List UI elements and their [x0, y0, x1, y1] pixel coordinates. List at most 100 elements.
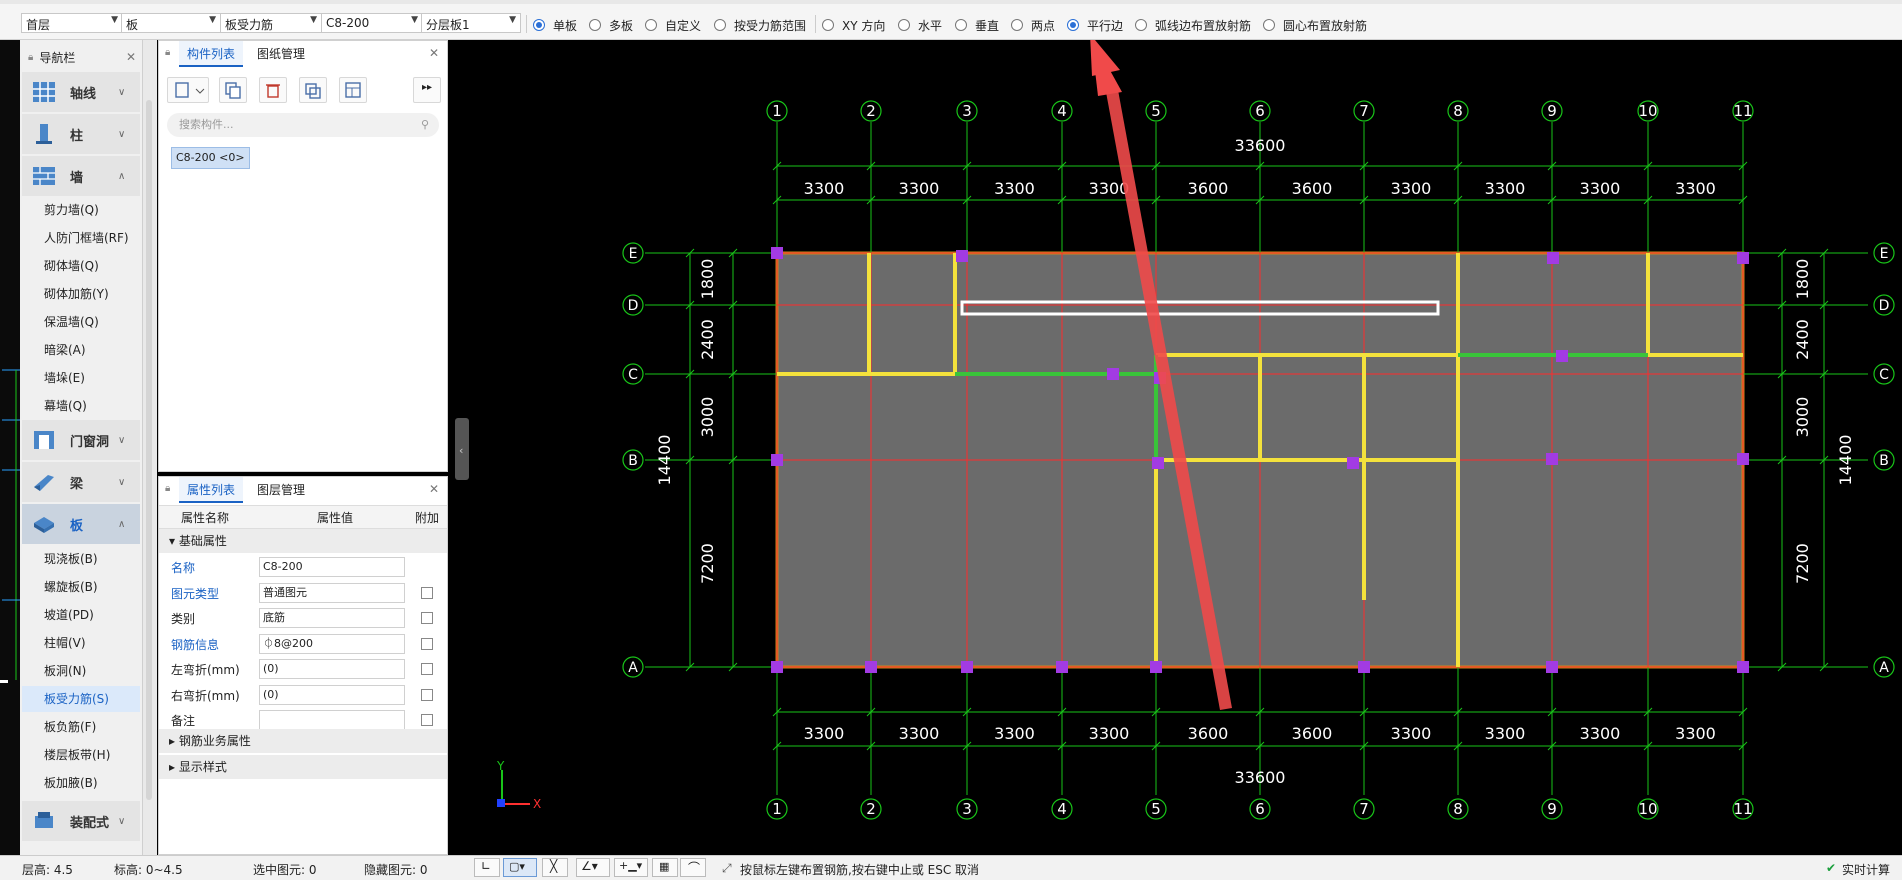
radio-dot — [898, 19, 910, 31]
radio-xy-direction[interactable]: XY 方向 — [822, 17, 885, 33]
realtime-calc[interactable]: 实时计算 — [1842, 861, 1890, 878]
new-component-button[interactable] — [167, 77, 209, 103]
attach-checkbox[interactable] — [421, 586, 433, 599]
angle-button[interactable]: ∠▾ — [576, 858, 610, 877]
attach-checkbox[interactable] — [421, 663, 433, 675]
group-display-style[interactable]: ▸ 显示样式 — [159, 755, 447, 779]
nav-item-masonry-wall[interactable]: 砌体墙(Q) — [22, 253, 140, 279]
nav-category-opening[interactable]: 门窗洞 ∨ — [22, 420, 140, 460]
component-item-c8-200[interactable]: C8-200 <0> — [171, 147, 250, 169]
nav-item-floor-strip[interactable]: 楼层板带(H) — [22, 742, 140, 768]
snap-button[interactable]: ▢▾ — [503, 858, 537, 877]
span-dimension: 3600 — [1292, 179, 1333, 198]
property-value-field[interactable]: (0) — [259, 659, 405, 679]
nav-category-slab[interactable]: 板 ∧ — [22, 504, 140, 544]
floor-select[interactable]: 首层 ▼ — [21, 13, 123, 33]
layer-select[interactable]: 分层板1 ▼ — [421, 13, 521, 33]
type-select[interactable]: 板受力筋 ▼ — [220, 13, 322, 33]
attach-checkbox[interactable] — [421, 637, 433, 650]
pin-icon[interactable]: 🔒︎ — [28, 52, 33, 63]
axis-label: 2 — [866, 800, 876, 818]
radio-horizontal[interactable]: 水平 — [898, 17, 942, 33]
scrollbar-thumb[interactable] — [146, 100, 152, 800]
column — [865, 661, 877, 673]
nav-item-masonry-rebar[interactable]: 砌体加筋(Y) — [22, 281, 140, 307]
nav-item-civil-defense-wall[interactable]: 人防门框墙(RF) — [22, 225, 140, 251]
nav-item-slab-hole[interactable]: 板洞(N) — [22, 658, 140, 684]
radio-two-points[interactable]: 两点 — [1011, 17, 1055, 33]
property-value-field[interactable] — [259, 710, 405, 730]
property-value-field[interactable]: ⏀8@200 — [259, 633, 405, 654]
component-select[interactable]: C8-200 ▼ — [321, 13, 423, 33]
property-value-field[interactable]: 底筋 — [259, 608, 405, 628]
group-rebar-properties[interactable]: ▸ 钢筋业务属性 — [159, 729, 447, 753]
axis-label: E — [1880, 246, 1889, 262]
span-dimension: 2400 — [1793, 319, 1812, 360]
nav-item-wall-pier[interactable]: 墙垛(E) — [22, 365, 140, 391]
property-name: 图元类型 — [171, 586, 220, 601]
tab-layer-management[interactable]: 图层管理 — [249, 477, 313, 503]
property-value-field[interactable]: C8-200 — [259, 557, 405, 577]
property-value-field[interactable]: (0) — [259, 684, 405, 705]
delete-component-button[interactable] — [259, 77, 287, 103]
ortho-button[interactable]: ∟ — [474, 858, 500, 877]
nav-item-insulation-wall[interactable]: 保温墙(Q) — [22, 309, 140, 335]
radio-multi-slab[interactable]: 多板 — [589, 17, 633, 33]
dynamic-input-button[interactable]: ▦ — [652, 858, 678, 877]
arc-button[interactable]: ⌒ — [680, 858, 706, 877]
attach-checkbox[interactable] — [421, 688, 433, 701]
pin-icon[interactable]: 🔒︎ — [165, 483, 170, 494]
more-tools-button[interactable]: ▸▸ — [413, 77, 441, 103]
nav-item-ramp[interactable]: 坡道(PD) — [22, 602, 140, 628]
tab-component-list[interactable]: 构件列表 — [179, 41, 244, 67]
span-dimension: 3300 — [804, 179, 845, 198]
offset-icon: +▁▾ — [619, 859, 643, 872]
radio-by-rebar-range[interactable]: 按受力筋范围 — [714, 17, 806, 33]
nav-category-prefab[interactable]: 装配式 ∨ — [22, 801, 140, 841]
axis-label: 11 — [1733, 102, 1752, 120]
radio-vertical[interactable]: 垂直 — [955, 17, 999, 33]
import-component-button[interactable] — [339, 77, 367, 103]
nav-category-wall[interactable]: 墙 ∧ — [22, 156, 140, 196]
close-icon[interactable]: ✕ — [126, 50, 136, 64]
radio-parallel-edge[interactable]: 平行边 — [1067, 17, 1123, 33]
copy-to-floor-button[interactable] — [299, 77, 327, 103]
radio-center-radial[interactable]: 圆心布置放射筋 — [1263, 17, 1367, 33]
nav-item-slab-haunch[interactable]: 板加腋(B) — [22, 770, 140, 796]
attach-checkbox[interactable] — [421, 714, 433, 726]
copy-component-button[interactable] — [219, 77, 247, 103]
collapse-icon: ▾ — [169, 534, 179, 548]
span-dimension: 3300 — [1580, 179, 1621, 198]
group-basic-properties[interactable]: ▾ 基础属性 — [159, 529, 447, 553]
tab-drawing-management[interactable]: 图纸管理 — [249, 41, 313, 67]
cross-button[interactable]: ╳ — [542, 858, 568, 877]
radio-arc-edge-radial[interactable]: 弧线边布置放射筋 — [1135, 17, 1251, 33]
property-value-field[interactable]: 普通图元 — [259, 582, 405, 603]
nav-item-slab-negative-rebar[interactable]: 板负筋(F) — [22, 714, 140, 740]
nav-item-column-cap[interactable]: 柱帽(V) — [22, 630, 140, 656]
panel-splitter[interactable] — [143, 40, 157, 855]
tab-property-list[interactable]: 属性列表 — [179, 477, 244, 503]
nav-item-hidden-beam[interactable]: 暗梁(A) — [22, 337, 140, 363]
nav-item-slab-main-rebar[interactable]: 板受力筋(S) — [22, 686, 140, 712]
attach-checkbox[interactable] — [421, 612, 433, 624]
nav-category-axis[interactable]: 轴线 ∨ — [22, 72, 140, 112]
search-input[interactable]: 搜索构件... ⚲ — [167, 113, 439, 137]
span-dimension: 3300 — [899, 724, 940, 743]
pin-icon[interactable]: 🔒︎ — [165, 47, 170, 58]
drawing-canvas[interactable]: ‹ 11223344556677889910101111A AB BC CD DE E33… — [453, 40, 1902, 855]
nav-item-cast-slab[interactable]: 现浇板(B) — [22, 546, 140, 572]
component-list-panel: 🔒︎ 构件列表 图纸管理 ✕ ▸▸ 搜索构件... ⚲ C8-200 <0> — [158, 40, 448, 472]
radio-custom[interactable]: 自定义 — [645, 17, 701, 33]
nav-item-curtain-wall[interactable]: 幕墙(Q) — [22, 393, 140, 419]
nav-category-beam[interactable]: 梁 ∨ — [22, 462, 140, 502]
property-name: 左弯折(mm) — [171, 663, 240, 677]
nav-item-shear-wall[interactable]: 剪力墙(Q) — [22, 197, 140, 223]
nav-item-spiral-slab[interactable]: 螺旋板(B) — [22, 574, 140, 600]
nav-category-column[interactable]: 柱 ∨ — [22, 114, 140, 154]
close-icon[interactable]: ✕ — [429, 482, 439, 496]
offset-button[interactable]: +▁▾ — [614, 858, 648, 877]
radio-single-slab[interactable]: 单板 — [533, 17, 577, 33]
close-icon[interactable]: ✕ — [429, 46, 439, 60]
category-select[interactable]: 板 ▼ — [121, 13, 221, 33]
